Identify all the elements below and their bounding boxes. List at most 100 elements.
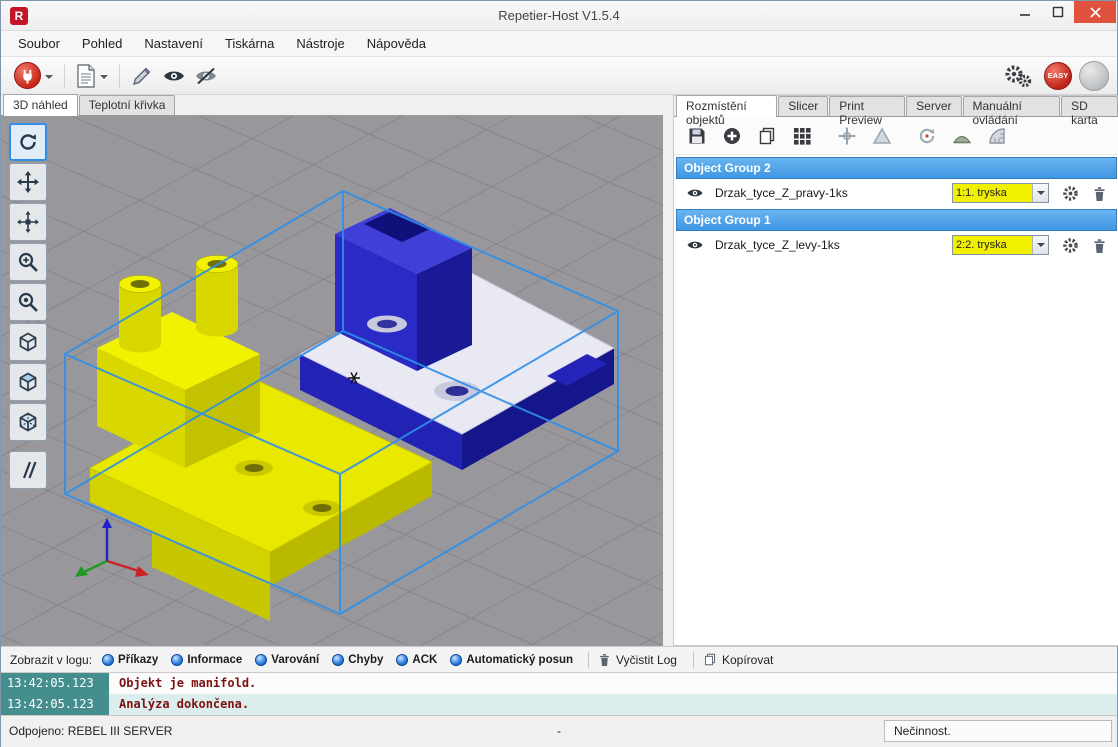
lay-flat-button[interactable]: [947, 121, 977, 151]
maximize-button[interactable]: [1041, 1, 1074, 23]
fit-view-icon: [17, 291, 39, 313]
easy-mode-button[interactable]: EASY: [1044, 62, 1072, 90]
eye-icon: [686, 239, 704, 251]
object-group-header[interactable]: Object Group 2: [676, 157, 1117, 179]
menu-item-tiskarna[interactable]: Tiskárna: [214, 32, 285, 55]
object-row[interactable]: Drzak_tyce_Z_pravy-1ks 1:1. tryska: [674, 179, 1118, 207]
right-pane: Rozmístění objektů Slicer Print Preview …: [673, 95, 1118, 646]
log-filter-bar: Zobrazit v logu: Příkazy Informace Varov…: [1, 646, 1117, 673]
filter-info[interactable]: Informace: [171, 654, 242, 666]
hide-travel-button[interactable]: [190, 60, 222, 92]
connect-button[interactable]: [9, 60, 58, 92]
edit-button[interactable]: [126, 60, 158, 92]
chevron-down-icon[interactable]: [1032, 236, 1048, 254]
visibility-toggle[interactable]: [686, 239, 704, 251]
measure-button[interactable]: [982, 121, 1012, 151]
object-name: Drzak_tyce_Z_pravy-1ks: [715, 186, 848, 200]
parallel-projection-button[interactable]: [9, 451, 47, 489]
delete-object-button[interactable]: [1092, 237, 1107, 254]
right-tabrow: Rozmístění objektů Slicer Print Preview …: [674, 96, 1118, 117]
object-group-header[interactable]: Object Group 1: [676, 209, 1117, 231]
delete-object-button[interactable]: [1092, 185, 1107, 202]
copy-object-button[interactable]: [752, 121, 782, 151]
plus-circle-icon: [722, 126, 742, 146]
menu-item-soubor[interactable]: Soubor: [7, 32, 71, 55]
menu-item-napoveda[interactable]: Nápověda: [356, 32, 437, 55]
zoom-in-icon: [17, 251, 39, 273]
tab-manual-control[interactable]: Manuální ovládání: [963, 96, 1061, 116]
extruder-select[interactable]: 1:1. tryska: [952, 183, 1049, 203]
autoposition-button[interactable]: [787, 121, 817, 151]
emergency-stop-button[interactable]: [1079, 61, 1109, 91]
visibility-toggle[interactable]: [686, 187, 704, 199]
show-filament-button[interactable]: [158, 60, 190, 92]
blue-dot-icon: [255, 654, 267, 666]
cube-wire-icon: [17, 411, 39, 433]
trash-icon: [1092, 237, 1107, 254]
window-title: Repetier-Host V1.5.4: [1, 1, 1117, 30]
top-view-button[interactable]: [9, 363, 47, 401]
object-settings-button[interactable]: [1062, 185, 1079, 202]
tab-temp-curve[interactable]: Teplotní křivka: [79, 95, 176, 115]
tab-sd-card[interactable]: SD karta: [1061, 96, 1118, 116]
cube-top-icon: [17, 371, 39, 393]
extruder-value: 1:1. tryska: [953, 184, 1032, 202]
load-button[interactable]: [71, 60, 113, 92]
menubar: Soubor Pohled Nastavení Tiskárna Nástroj…: [1, 31, 1117, 57]
printer-settings-button[interactable]: [997, 60, 1037, 92]
chevron-down-icon: [100, 75, 108, 83]
menu-item-nastaveni[interactable]: Nastavení: [133, 32, 214, 55]
grid-icon: [792, 126, 812, 146]
filter-ack[interactable]: ACK: [396, 654, 437, 666]
fit-view-button[interactable]: [9, 283, 47, 321]
extruder-select[interactable]: 2:2. tryska: [952, 235, 1049, 255]
iso-view-button[interactable]: [9, 323, 47, 361]
left-tabrow: 3D náhled Teplotní křivka: [1, 95, 663, 116]
filter-commands[interactable]: Příkazy: [102, 654, 158, 666]
filter-autoscroll[interactable]: Automatický posun: [450, 654, 573, 666]
lay-flat-icon: [952, 126, 972, 146]
close-icon: [1089, 6, 1102, 19]
front-view-button[interactable]: [9, 403, 47, 441]
zoom-in-button[interactable]: [9, 243, 47, 281]
pane-splitter[interactable]: [663, 95, 673, 646]
object-settings-button[interactable]: [1062, 237, 1079, 254]
move-object-button[interactable]: [9, 203, 47, 241]
rotate-view-button[interactable]: [9, 123, 47, 161]
main-area: 3D náhled Teplotní křivka: [1, 95, 1118, 646]
filter-warnings[interactable]: Varování: [255, 654, 319, 666]
copy-log-button[interactable]: Kopírovat: [703, 652, 773, 667]
center-object-button[interactable]: [832, 121, 862, 151]
tab-server[interactable]: Server: [906, 96, 961, 116]
toolbar-separator: [64, 64, 65, 88]
tab-object-placement[interactable]: Rozmístění objektů: [676, 95, 777, 117]
minimize-button[interactable]: [1008, 1, 1041, 23]
chevron-down-icon[interactable]: [1032, 184, 1048, 202]
cube-outline-icon: [17, 331, 39, 353]
log-row: 13:42:05.123 Analýza dokončena.: [1, 694, 1117, 715]
menu-item-pohled[interactable]: Pohled: [71, 32, 133, 55]
3d-viewport[interactable]: [1, 116, 663, 646]
blue-dot-icon: [332, 654, 344, 666]
eye-icon: [686, 187, 704, 199]
pan-view-button[interactable]: [9, 163, 47, 201]
tab-3d-view[interactable]: 3D náhled: [3, 94, 78, 116]
chevron-down-icon: [45, 75, 53, 83]
blue-dot-icon: [171, 654, 183, 666]
menu-item-nastroje[interactable]: Nástroje: [285, 32, 355, 55]
rotate-view-icon: [17, 131, 39, 153]
main-toolbar: EASY: [1, 57, 1117, 95]
blue-dot-icon: [102, 654, 114, 666]
tab-print-preview[interactable]: Print Preview: [829, 96, 905, 116]
filter-errors[interactable]: Chyby: [332, 654, 383, 666]
triangle-icon: [872, 126, 892, 146]
copy-log-label: Kopírovat: [722, 653, 773, 667]
close-button[interactable]: [1074, 1, 1116, 23]
save-icon: [687, 126, 707, 146]
filter-label: Chyby: [348, 654, 383, 666]
tab-slicer[interactable]: Slicer: [778, 96, 828, 116]
rotate-object-button[interactable]: [912, 121, 942, 151]
clear-log-button[interactable]: Vyčistit Log: [598, 652, 677, 667]
scale-object-button[interactable]: [867, 121, 897, 151]
object-row[interactable]: Drzak_tyce_Z_levy-1ks 2:2. tryska: [674, 231, 1118, 259]
